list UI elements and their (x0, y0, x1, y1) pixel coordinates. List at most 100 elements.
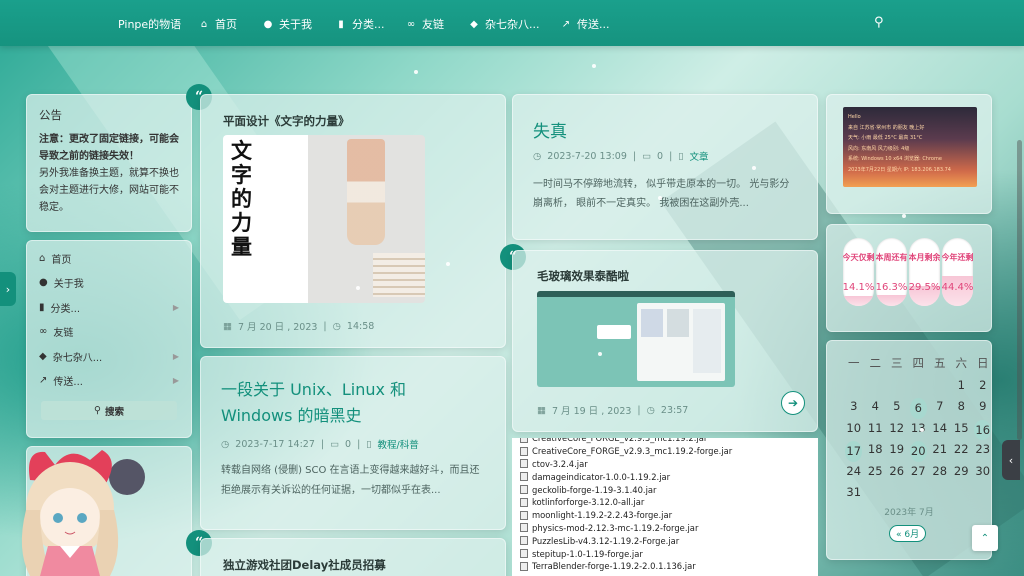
progress-label: 今年还剩 (942, 253, 973, 262)
file-row[interactable]: moonlight-1.19.2-2.2.43-forge.jar (520, 509, 818, 522)
calendar-day[interactable]: 10 (843, 418, 865, 439)
calendar-day[interactable]: 9 (972, 396, 994, 417)
sidebar-toggle-right[interactable]: ‹ (1002, 440, 1020, 480)
calendar-day[interactable]: 16 (972, 418, 994, 440)
calendar-day[interactable]: 4 (865, 396, 887, 417)
calendar-day[interactable]: 5 (886, 396, 908, 417)
calendar-day[interactable]: 28 (929, 461, 951, 482)
read-more-button[interactable]: ➔ (781, 391, 805, 415)
file-name: stepitup-1.0-1.19-forge.jar (532, 548, 643, 559)
book-stack-image (373, 253, 425, 297)
file-row[interactable]: CreativeCore_FORGE_v2.9.3_mc1.19.2-forge… (520, 445, 818, 458)
calendar-blank (865, 375, 887, 396)
notice-bold-text: 注意：更改了固定链接，可能会导致之前的链接失效！ (39, 134, 179, 162)
file-row[interactable]: geckolib-forge-1.19-3.1.40.jar (520, 483, 818, 496)
calendar-day[interactable]: 8 (951, 396, 973, 417)
calendar-day-marker: 16 (974, 419, 992, 440)
calendar-day[interactable]: 21 (929, 439, 951, 460)
calendar-day[interactable]: 20 (908, 439, 930, 462)
widget-line: 风向: 东南风 风力级别: 4级 (848, 145, 910, 152)
calendar-day[interactable]: 13 (908, 418, 930, 439)
side-item-portal[interactable]: ↗ 传送... ▶ (27, 369, 191, 394)
calendar-day[interactable]: 31 (843, 482, 865, 503)
calendar-day[interactable]: 30 (972, 461, 994, 482)
progress-pill: 本周还有 16.3% (876, 238, 907, 306)
calendar-day[interactable]: 18 (865, 439, 887, 460)
nav-item-home[interactable]: ⌂ 首页 (198, 16, 237, 32)
back-to-top-button[interactable]: ⌃ (972, 525, 998, 551)
calendar-day[interactable]: 27 (908, 461, 930, 482)
nav-item-category[interactable]: ▮ 分类... (335, 16, 384, 32)
site-brand[interactable]: Pinpe的物语 (118, 16, 181, 32)
calendar-day[interactable]: 7 (929, 396, 951, 417)
calendar-day[interactable]: 15 (951, 418, 973, 439)
progress-label: 今天仅剩 (843, 253, 874, 262)
post-title[interactable]: 一段关于 Unix、Linux 和 Windows 的暗黑史 (221, 377, 461, 429)
home-icon: ⌂ (200, 18, 208, 30)
post-card-1[interactable]: 平面设计《文字的力量》 文字的力量 ▦ 7 月 20 日 , 2023 | ◷ 14:5… (200, 94, 506, 348)
calendar-day[interactable]: 25 (865, 461, 887, 482)
post-cover[interactable] (537, 291, 735, 387)
cube-icon: ◆ (470, 18, 478, 30)
progress-label: 本周还有 (876, 253, 907, 262)
post-category[interactable]: 文章 (690, 149, 709, 163)
calendar-day[interactable]: 26 (886, 461, 908, 482)
file-row[interactable]: kotlinforforge-3.12.0-all.jar (520, 496, 818, 509)
calendar-day[interactable]: 1 (951, 375, 973, 396)
post-title[interactable]: 毛玻璃效果泰酷啦 (537, 268, 629, 284)
side-item-links[interactable]: ∞ 友链 (27, 320, 191, 345)
file-icon (520, 510, 528, 520)
sidebar-toggle-left[interactable]: › (0, 272, 16, 306)
post-card-4[interactable]: 一段关于 Unix、Linux 和 Windows 的暗黑史 ◷ 2023-7-1… (200, 356, 506, 530)
post-category[interactable]: 教程/科普 (378, 437, 419, 451)
nav-item-misc[interactable]: ◆ 杂七杂八... (468, 16, 539, 32)
calendar-day[interactable]: 22 (951, 439, 973, 460)
side-item-home[interactable]: ⌂ 首页 (27, 246, 191, 271)
side-search-button[interactable]: ⚲ 搜索 (41, 401, 177, 420)
calendar-prev-button[interactable]: « 6月 (889, 525, 927, 542)
side-item-about[interactable]: ● 关于我 (27, 271, 191, 296)
post-date: 2023-7-17 14:27 (235, 438, 315, 450)
post-title[interactable]: 失真 (533, 117, 567, 142)
nav-item-links[interactable]: ∞ 友链 (405, 16, 444, 32)
file-row[interactable]: damageindicator-1.0.0-1.19.2.jar (520, 470, 818, 483)
comment-icon: ▭ (330, 438, 340, 450)
post-cover[interactable]: 文字的力量 (223, 135, 425, 303)
calendar-day[interactable]: 11 (865, 418, 887, 439)
nav-item-about[interactable]: ● 关于我 (262, 16, 312, 32)
calendar-day[interactable]: 2 (972, 375, 994, 396)
nav-item-portal[interactable]: ↗ 传送... (560, 16, 610, 32)
bookmark-icon: ▯ (678, 150, 684, 162)
file-row[interactable]: PuzzlesLib-v4.3.12-1.19.2-Forge.jar (520, 534, 818, 547)
post-card-5[interactable]: 独立游戏社团Delay社成员招募 (200, 538, 506, 576)
file-row[interactable]: ctov-3.2.4.jar (520, 458, 818, 471)
calendar-day[interactable]: 29 (951, 461, 973, 482)
side-item-category[interactable]: ▮ 分类... ▶ (27, 295, 191, 320)
side-item-misc[interactable]: ◆ 杂七杂八... ▶ (27, 344, 191, 369)
calendar-day[interactable]: 24 (843, 461, 865, 482)
file-row[interactable]: stepitup-1.0-1.19-forge.jar (520, 547, 818, 560)
progress-pill: 本月剩余 29.5% (909, 238, 940, 306)
calendar-day[interactable]: 3 (843, 396, 865, 417)
page-scrollbar[interactable] (1017, 140, 1022, 440)
welcome-widget: Hello 来自 江苏省·常州市 的朋友 晚上好 天气: 小雨 最低 25°C … (843, 107, 977, 187)
post-date: 7 月 19 日 , 2023 (551, 406, 632, 417)
post-title[interactable]: 独立游戏社团Delay社成员招募 (223, 557, 386, 573)
post-card-3[interactable]: 毛玻璃效果泰酷啦 ▦ 7 月 19 日 , 2023 | ◷ 23:57 ➔ (512, 250, 818, 432)
file-row[interactable]: CreativeCore_FORGE_v2.9.3_mc1.19.2.jar (520, 438, 818, 445)
calendar-day[interactable]: 14 (929, 418, 951, 439)
side-item-label: 传送... (53, 377, 83, 389)
post-card-2[interactable]: 失真 ◷ 2023-7-20 13:09 | ▭ 0 | ▯ 文章 一时间马不停蹄地流转， 似… (512, 94, 818, 240)
file-name: PuzzlesLib-v4.3.12-1.19.2-Forge.jar (532, 535, 680, 546)
calendar-day[interactable]: 6 (908, 396, 930, 419)
calendar-day[interactable]: 17 (843, 439, 865, 462)
calendar-day[interactable]: 23 (972, 439, 994, 460)
calendar-day[interactable]: 19 (886, 439, 908, 460)
calendar-day[interactable]: 12 (886, 418, 908, 439)
search-icon[interactable]: ⚲ (874, 15, 884, 30)
side-item-label: 友链 (53, 328, 74, 340)
file-row[interactable]: physics-mod-2.12.3-mc-1.19.2-forge.jar (520, 522, 818, 535)
post-excerpt: 转载自网络 (侵删) SCO 在言语上变得越来越好斗，而且还拒绝展示有关诉讼的任… (221, 465, 480, 496)
file-row[interactable]: TerraBlender-forge-1.19.2-2.0.1.136.jar (520, 560, 818, 573)
post-title[interactable]: 平面设计《文字的力量》 (223, 113, 350, 129)
